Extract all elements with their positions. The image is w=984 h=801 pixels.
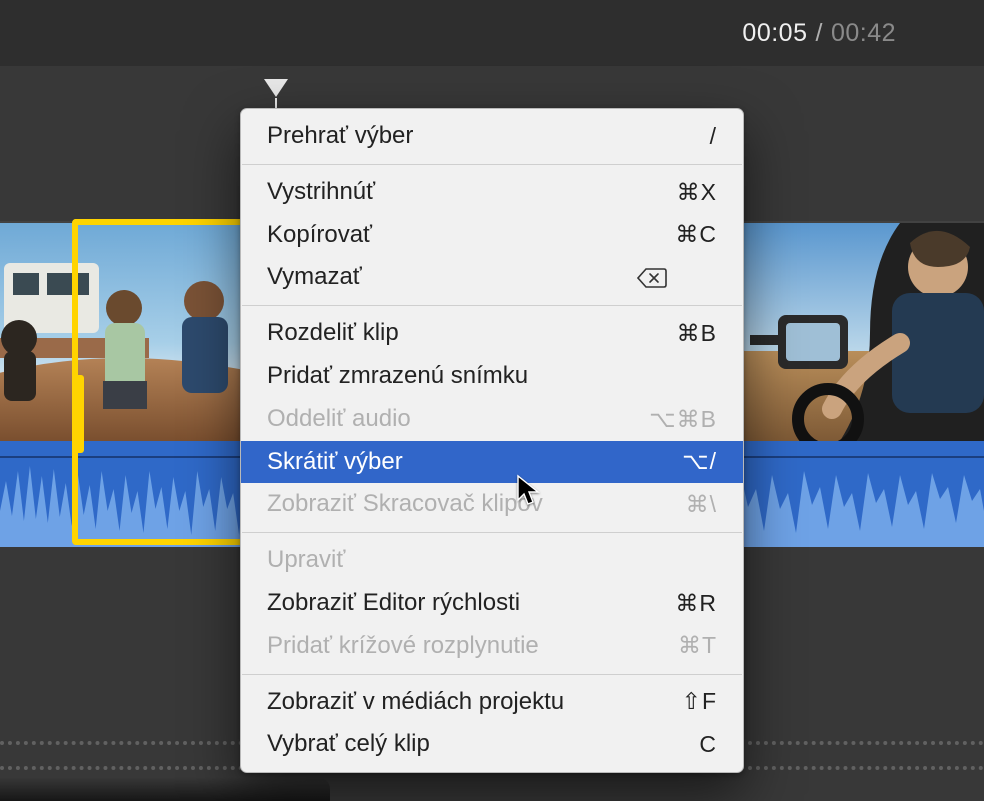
menu-item-show-speed-editor[interactable]: Zobraziť Editor rýchlosti ⌘R [241,582,743,625]
menu-item-split-clip[interactable]: Rozdeliť klip ⌘B [241,312,743,355]
menu-shortcut: ⌘\ [637,488,717,521]
menu-separator [242,674,742,675]
menu-shortcut: ⌘R [637,587,717,620]
menu-label: Pridať krížové rozplynutie [267,629,539,664]
timecode-separator: / [807,19,830,48]
toolbar-timecode: 00:05 / 00:42 [0,0,984,66]
menu-label: Rozdeliť klip [267,316,399,351]
menu-label: Skrátiť výber [267,445,403,480]
menu-shortcut: / [637,120,717,153]
menu-shortcut: ⌘B [637,317,717,350]
menu-shortcut: ⌘T [637,629,717,662]
menu-item-reveal-in-media[interactable]: Zobraziť v médiách projektu ⇧F [241,681,743,724]
menu-label: Vymazať [267,260,362,295]
menu-item-add-crossfade: Pridať krížové rozplynutie ⌘T [241,625,743,668]
menu-item-cut[interactable]: Vystrihnúť ⌘X [241,171,743,214]
menu-shortcut: ⌥⌘B [637,403,717,436]
menu-label: Kopírovať [267,218,372,253]
menu-shortcut: C [637,728,717,761]
menu-item-adjust: Upraviť [241,539,743,582]
context-menu: Prehrať výber / Vystrihnúť ⌘X Kopírovať … [240,108,744,773]
menu-label: Pridať zmrazenú snímku [267,359,528,394]
menu-label: Upraviť [267,543,345,578]
menu-shortcut: ⇧F [637,685,717,718]
menu-label: Vystrihnúť [267,175,375,210]
timecode-current: 00:05 [742,19,807,48]
menu-shortcut: ⌥/ [637,445,717,478]
menu-shortcut: ⌘C [637,218,717,251]
menu-label: Prehrať výber [267,119,413,154]
menu-label: Vybrať celý klip [267,727,430,762]
menu-label: Oddeliť audio [267,402,411,437]
menu-item-show-clip-trimmer: Zobraziť Skracovač klipov ⌘\ [241,483,743,526]
menu-separator [242,305,742,306]
menu-item-select-entire-clip[interactable]: Vybrať celý klip C [241,723,743,766]
menu-item-add-freeze-frame[interactable]: Pridať zmrazenú snímku [241,355,743,398]
shadow [0,777,330,801]
menu-shortcut: ⌘X [637,176,717,209]
menu-item-delete[interactable]: Vymazať [241,256,743,299]
menu-label: Zobraziť v médiách projektu [267,685,564,720]
delete-key-icon [637,267,717,289]
menu-separator [242,532,742,533]
menu-item-detach-audio: Oddeliť audio ⌥⌘B [241,398,743,441]
menu-label: Zobraziť Editor rýchlosti [267,586,520,621]
timecode-total: 00:42 [831,19,896,48]
menu-label: Zobraziť Skracovač klipov [267,487,543,522]
menu-item-trim-selection[interactable]: Skrátiť výber ⌥/ [241,441,743,484]
menu-item-copy[interactable]: Kopírovať ⌘C [241,214,743,257]
menu-item-play-selection[interactable]: Prehrať výber / [241,115,743,158]
menu-separator [242,164,742,165]
playhead-icon[interactable] [262,75,290,103]
